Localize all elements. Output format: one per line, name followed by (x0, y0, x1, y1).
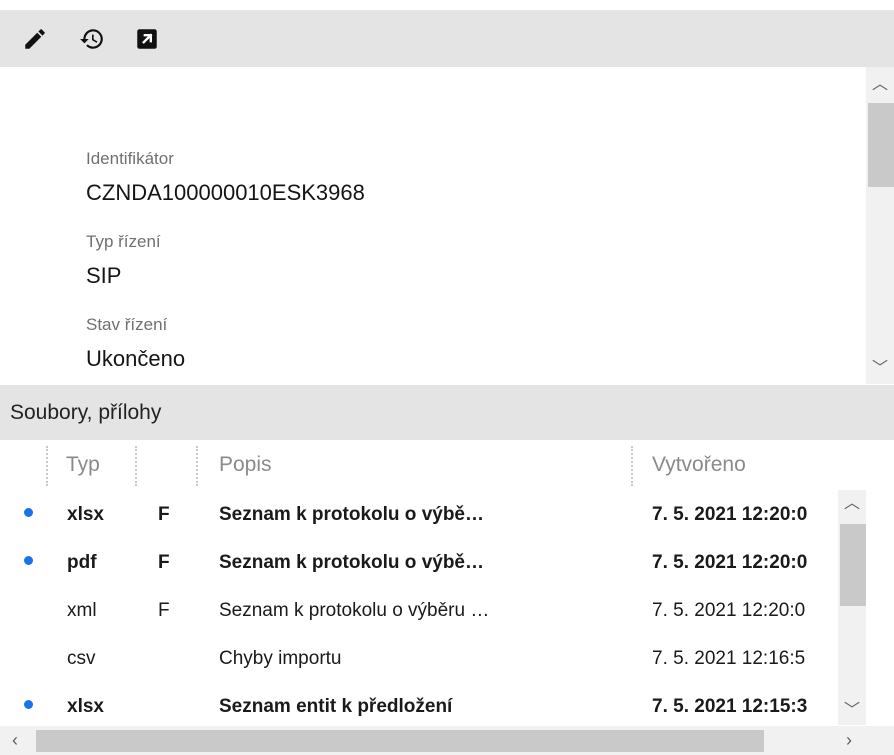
scroll-left-icon[interactable]: ‹ (0, 726, 30, 755)
detail-toolbar (0, 10, 894, 67)
pencil-icon[interactable] (22, 26, 48, 52)
scroll-up-icon[interactable]: ︿ (838, 490, 866, 518)
history-icon[interactable] (79, 26, 105, 52)
files-table: Typ Popis Vytvořeno xlsx F Seznam k protok… (0, 440, 866, 725)
scroll-up-icon[interactable]: ︿ (866, 71, 894, 99)
column-divider[interactable] (196, 446, 198, 486)
cell-created: 7. 5. 2021 12:15:3 (652, 696, 808, 717)
scrollbar-corner (866, 726, 894, 755)
identifier-value: CZNDA100000010ESK3968 (86, 180, 365, 205)
unread-indicator-icon (24, 556, 33, 565)
cell-created: 7. 5. 2021 12:20:0 (652, 552, 808, 573)
column-header-type[interactable]: Typ (66, 440, 100, 490)
scroll-down-icon[interactable]: ﹀ (838, 697, 866, 725)
cell-created: 7. 5. 2021 12:16:5 (652, 648, 806, 669)
procedure-state-value: Ukončeno (86, 346, 186, 371)
column-divider[interactable] (631, 446, 633, 486)
column-header-description[interactable]: Popis (219, 440, 272, 490)
cell-description: Seznam k protokolu o výbě… (219, 504, 484, 525)
procedure-type-value: SIP (86, 263, 122, 288)
cell-flag: F (158, 504, 170, 525)
procedure-state-label: Stav řízení (86, 315, 168, 334)
table-row[interactable]: xlsx F Seznam k protokolu o výbě… 7. 5. 202… (0, 490, 866, 540)
files-scrollbar-thumb[interactable] (840, 524, 866, 606)
identifier-label: Identifikátor (86, 149, 174, 168)
column-divider[interactable] (46, 446, 48, 486)
cell-type: csv (67, 648, 96, 669)
cell-created: 7. 5. 2021 12:20:0 (652, 504, 808, 525)
cell-type: xlsx (67, 504, 104, 525)
cell-created: 7. 5. 2021 12:20:0 (652, 600, 806, 621)
table-row[interactable]: pdf F Seznam k protokolu o výbě… 7. 5. 2021… (0, 538, 866, 588)
open-external-icon[interactable] (134, 26, 160, 52)
cell-type: xml (67, 600, 97, 621)
cell-description: Chyby importu (219, 648, 342, 669)
cell-flag: F (158, 552, 170, 573)
cell-description: Seznam k protokolu o výbě… (219, 552, 484, 573)
detail-scrollbar[interactable]: ︿ ﹀ (866, 67, 894, 384)
cell-type: xlsx (67, 696, 104, 717)
column-divider[interactable] (135, 446, 137, 486)
detail-scrollbar-thumb[interactable] (868, 103, 894, 187)
cell-description: Seznam entit k předložení (219, 696, 453, 717)
files-section-title: Soubory, přílohy (0, 385, 894, 440)
unread-indicator-icon (24, 700, 33, 709)
detail-panel: Identifikátor CZNDA100000010ESK3968 Typ … (0, 67, 894, 384)
column-header-created[interactable]: Vytvořeno (652, 440, 746, 490)
files-scrollbar[interactable]: ︿ ﹀ (838, 490, 866, 725)
scroll-down-icon[interactable]: ﹀ (866, 355, 894, 383)
scroll-right-icon[interactable]: › (834, 726, 864, 755)
table-row[interactable]: csv Chyby importu 7. 5. 2021 12:16:5 (0, 634, 866, 684)
cell-flag: F (158, 600, 170, 621)
files-horizontal-scrollbar[interactable]: ‹ › (0, 726, 866, 755)
cell-description: Seznam k protokolu o výběru … (219, 600, 490, 621)
table-row[interactable]: xlsx Seznam entit k předložení 7. 5. 2021 … (0, 682, 866, 725)
procedure-type-label: Typ řízení (86, 232, 161, 251)
horizontal-scrollbar-thumb[interactable] (36, 730, 764, 752)
unread-indicator-icon (24, 508, 33, 517)
table-row[interactable]: xml F Seznam k protokolu o výběru … 7. 5. 2… (0, 586, 866, 636)
cell-type: pdf (67, 552, 97, 573)
